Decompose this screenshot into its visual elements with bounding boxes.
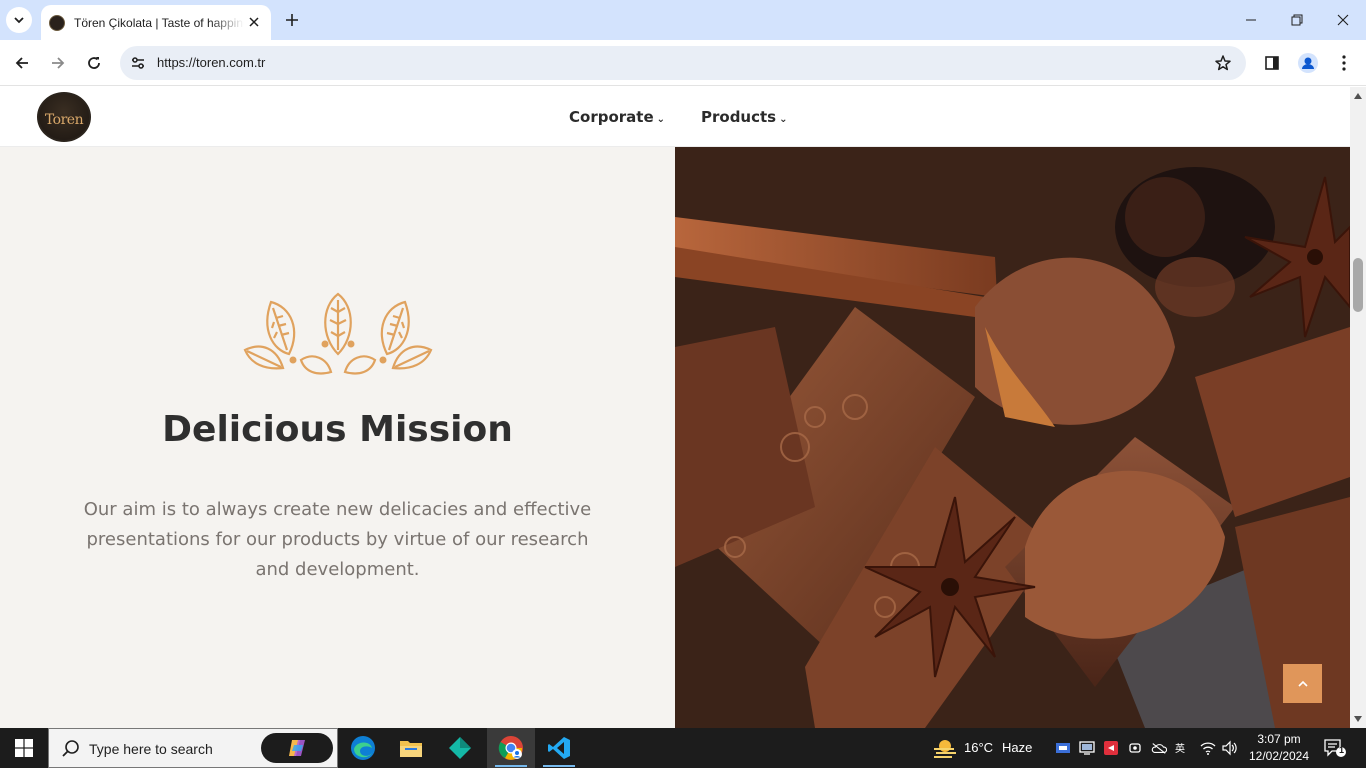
taskbar-search[interactable]: Type here to search [48, 728, 338, 768]
page-scrollbar[interactable] [1350, 87, 1366, 728]
close-icon [249, 17, 259, 27]
bookmark-button[interactable] [1212, 52, 1234, 74]
nav-corporate[interactable]: Corporate ⌄ [569, 108, 665, 126]
vscode-icon [548, 737, 570, 759]
chrome-icon [498, 736, 523, 760]
windows-icon [15, 739, 33, 757]
clock-time: 3:07 pm [1257, 732, 1301, 746]
site-logo[interactable]: Toren [37, 92, 91, 142]
meet-now-icon[interactable] [1127, 740, 1143, 756]
chevron-down-icon [14, 17, 24, 24]
minimize-button[interactable] [1228, 0, 1274, 40]
logo-text: Toren [44, 112, 84, 128]
clock-date: 12/02/2024 [1248, 749, 1310, 763]
nav-products[interactable]: Products ⌄ [701, 108, 788, 126]
mission-text: Our aim is to always create new delicaci… [83, 499, 592, 580]
folder-icon [400, 741, 422, 757]
taskbar-vscode[interactable] [535, 728, 583, 768]
wifi-icon[interactable] [1200, 740, 1216, 756]
search-placeholder: Type here to search [89, 741, 213, 757]
arrow-left-icon [15, 57, 28, 69]
mission-title: Delicious Mission [162, 409, 513, 450]
browser-tab[interactable]: Tören Çikolata | Taste of happiness [41, 5, 271, 40]
mission-section: Delicious Mission Our aim is to always c… [0, 147, 675, 728]
restore-button[interactable] [1274, 0, 1320, 40]
reload-button[interactable] [79, 48, 109, 78]
tray-red-app-icon[interactable] [1103, 740, 1119, 756]
reload-icon [88, 57, 100, 69]
taskbar-edge[interactable] [339, 728, 387, 768]
browser-toolbar: https://toren.com.tr [0, 40, 1366, 86]
scrollbar-thumb[interactable] [1353, 258, 1363, 312]
notification-center-button[interactable]: 1 [1324, 739, 1346, 757]
address-bar[interactable]: https://toren.com.tr [120, 46, 1246, 80]
site-favicon-icon [49, 14, 65, 31]
onedrive-icon[interactable] [1151, 740, 1167, 756]
taskbar-chrome[interactable] [487, 728, 535, 768]
notification-count: 1 [1338, 745, 1344, 755]
close-icon [1337, 14, 1349, 26]
plus-icon [286, 14, 298, 26]
url-text: https://toren.com.tr [157, 55, 266, 70]
svg-text:英: 英 [1175, 742, 1185, 755]
edge-icon [351, 736, 375, 760]
monitor-icon[interactable] [1079, 740, 1095, 756]
taskbar-app-diamond[interactable] [436, 728, 484, 768]
minimize-icon [1246, 19, 1256, 21]
side-panel-button[interactable] [1257, 48, 1287, 78]
chevron-down-icon: ⌄ [779, 113, 788, 125]
weather-temperature[interactable]: 16°C [964, 740, 993, 755]
volume-icon[interactable] [1221, 740, 1237, 756]
chevron-up-icon [1297, 680, 1308, 687]
tune-icon [132, 57, 144, 69]
more-vertical-icon [1342, 55, 1346, 71]
nav-corporate-label: Corporate [569, 108, 654, 126]
chocolate-illustration [675, 147, 1350, 728]
arrow-right-icon [52, 57, 65, 69]
taskbar-file-explorer[interactable] [387, 728, 435, 768]
nav-products-label: Products [701, 108, 777, 126]
weather-icon[interactable] [932, 737, 958, 759]
input-language-icon[interactable]: 英 [1175, 740, 1191, 756]
tab-search-button[interactable] [6, 7, 32, 33]
scroll-up-arrow[interactable] [1353, 91, 1363, 101]
back-button[interactable] [7, 48, 37, 78]
taskbar: Type here to search 16°C Haze 英 3:07 pm … [0, 728, 1366, 768]
copilot-icon [289, 740, 305, 756]
cocoa-leaves-icon [243, 292, 433, 375]
triangle-down-icon [1354, 716, 1362, 722]
web-page: Toren Corporate ⌄ Products ⌄ Delicious M… [0, 87, 1350, 728]
avatar-icon [1298, 53, 1318, 73]
search-icon [62, 740, 79, 757]
new-tab-button[interactable] [281, 9, 303, 31]
restore-icon [1291, 14, 1303, 26]
chocolate-photo [675, 147, 1350, 728]
star-icon [1215, 55, 1231, 71]
triangle-up-icon [1354, 93, 1362, 99]
close-window-button[interactable] [1320, 0, 1366, 40]
system-clock[interactable]: 3:07 pm 12/02/2024 [1240, 731, 1318, 765]
site-info-button[interactable] [126, 51, 150, 75]
scroll-to-top-button[interactable] [1283, 664, 1322, 703]
forward-button[interactable] [43, 48, 73, 78]
site-header: Toren Corporate ⌄ Products ⌄ [0, 87, 1350, 147]
copilot-button[interactable] [261, 733, 333, 763]
menu-button[interactable] [1329, 48, 1359, 78]
tab-close-button[interactable] [246, 14, 262, 30]
chevron-down-icon: ⌄ [656, 113, 666, 125]
diamond-app-icon [449, 737, 471, 759]
weather-description[interactable]: Haze [1002, 740, 1032, 755]
start-button[interactable] [0, 728, 48, 768]
tab-strip: Tören Çikolata | Taste of happiness [0, 0, 1366, 40]
tray-app-icon[interactable] [1055, 740, 1071, 756]
side-panel-icon [1265, 56, 1279, 70]
tab-title: Tören Çikolata | Taste of happiness [74, 15, 244, 30]
scroll-down-arrow[interactable] [1353, 714, 1363, 724]
profile-button[interactable] [1293, 48, 1323, 78]
